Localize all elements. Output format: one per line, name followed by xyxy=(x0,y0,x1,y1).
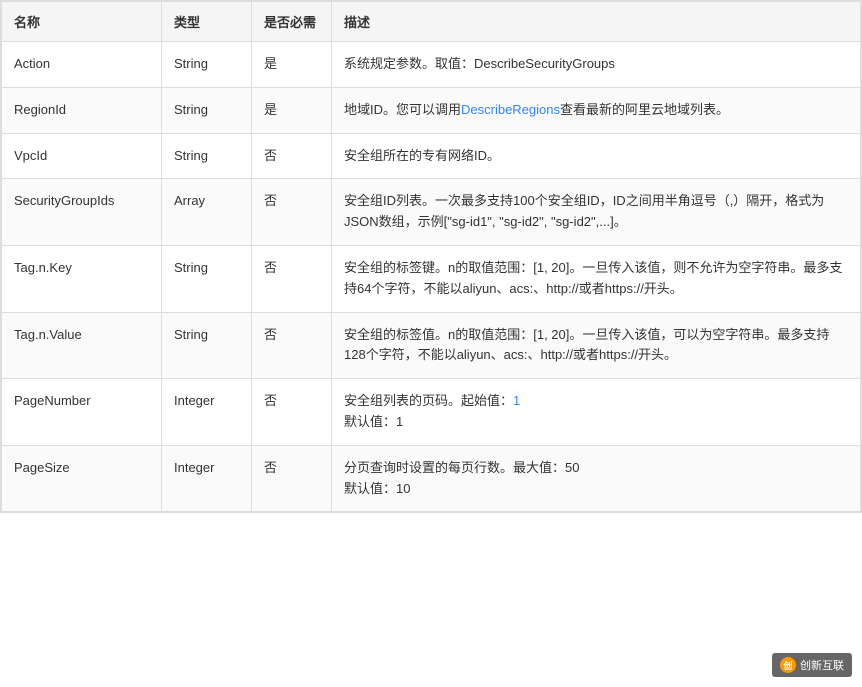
table-row: PageSizeInteger否分页查询时设置的每页行数。最大值：50默认值：1… xyxy=(2,445,861,512)
description-link[interactable]: DescribeRegions xyxy=(461,102,560,117)
table-row: ActionString是系统规定参数。取值：DescribeSecurityG… xyxy=(2,42,861,88)
cell-type: String xyxy=(162,133,252,179)
cell-required: 是 xyxy=(252,87,332,133)
cell-name: PageNumber xyxy=(2,379,162,446)
watermark-icon: 创 xyxy=(780,657,796,673)
cell-required: 否 xyxy=(252,245,332,312)
cell-description: 安全组的标签值。n的取值范围：[1, 20]。一旦传入该值，可以为空字符串。最多… xyxy=(332,312,861,379)
cell-type: Integer xyxy=(162,445,252,512)
cell-name: VpcId xyxy=(2,133,162,179)
cell-type: String xyxy=(162,87,252,133)
cell-required: 否 xyxy=(252,379,332,446)
watermark-label: 创新互联 xyxy=(800,657,844,673)
col-header-name: 名称 xyxy=(2,2,162,42)
table-row: PageNumberInteger否安全组列表的页码。起始值：1默认值：1 xyxy=(2,379,861,446)
table-row: Tag.n.ValueString否安全组的标签值。n的取值范围：[1, 20]… xyxy=(2,312,861,379)
table-header-row: 名称 类型 是否必需 描述 xyxy=(2,2,861,42)
cell-description: 分页查询时设置的每页行数。最大值：50默认值：10 xyxy=(332,445,861,512)
cell-type: Array xyxy=(162,179,252,246)
cell-required: 否 xyxy=(252,312,332,379)
cell-required: 否 xyxy=(252,445,332,512)
cell-name: SecurityGroupIds xyxy=(2,179,162,246)
cell-required: 否 xyxy=(252,179,332,246)
cell-type: String xyxy=(162,42,252,88)
col-header-required: 是否必需 xyxy=(252,2,332,42)
cell-name: Tag.n.Value xyxy=(2,312,162,379)
cell-type: String xyxy=(162,312,252,379)
cell-name: Action xyxy=(2,42,162,88)
col-header-type: 类型 xyxy=(162,2,252,42)
table-row: VpcIdString否安全组所在的专有网络ID。 xyxy=(2,133,861,179)
cell-required: 否 xyxy=(252,133,332,179)
cell-type: String xyxy=(162,245,252,312)
cell-description: 安全组ID列表。一次最多支持100个安全组ID，ID之间用半角逗号（,）隔开，格… xyxy=(332,179,861,246)
table-row: Tag.n.KeyString否安全组的标签键。n的取值范围：[1, 20]。一… xyxy=(2,245,861,312)
cell-description: 系统规定参数。取值：DescribeSecurityGroups xyxy=(332,42,861,88)
cell-description: 安全组的标签键。n的取值范围：[1, 20]。一旦传入该值，则不允许为空字符串。… xyxy=(332,245,861,312)
cell-name: Tag.n.Key xyxy=(2,245,162,312)
cell-name: RegionId xyxy=(2,87,162,133)
cell-required: 是 xyxy=(252,42,332,88)
cell-description: 地域ID。您可以调用DescribeRegions查看最新的阿里云地域列表。 xyxy=(332,87,861,133)
cell-type: Integer xyxy=(162,379,252,446)
cell-name: PageSize xyxy=(2,445,162,512)
api-params-table: 名称 类型 是否必需 描述 ActionString是系统规定参数。取值：Des… xyxy=(0,0,862,513)
cell-description: 安全组列表的页码。起始值：1默认值：1 xyxy=(332,379,861,446)
table-row: RegionIdString是地域ID。您可以调用DescribeRegions… xyxy=(2,87,861,133)
description-highlight: 1 xyxy=(513,393,520,408)
col-header-description: 描述 xyxy=(332,2,861,42)
table-row: SecurityGroupIdsArray否安全组ID列表。一次最多支持100个… xyxy=(2,179,861,246)
watermark: 创 创新互联 xyxy=(772,653,852,677)
cell-description: 安全组所在的专有网络ID。 xyxy=(332,133,861,179)
